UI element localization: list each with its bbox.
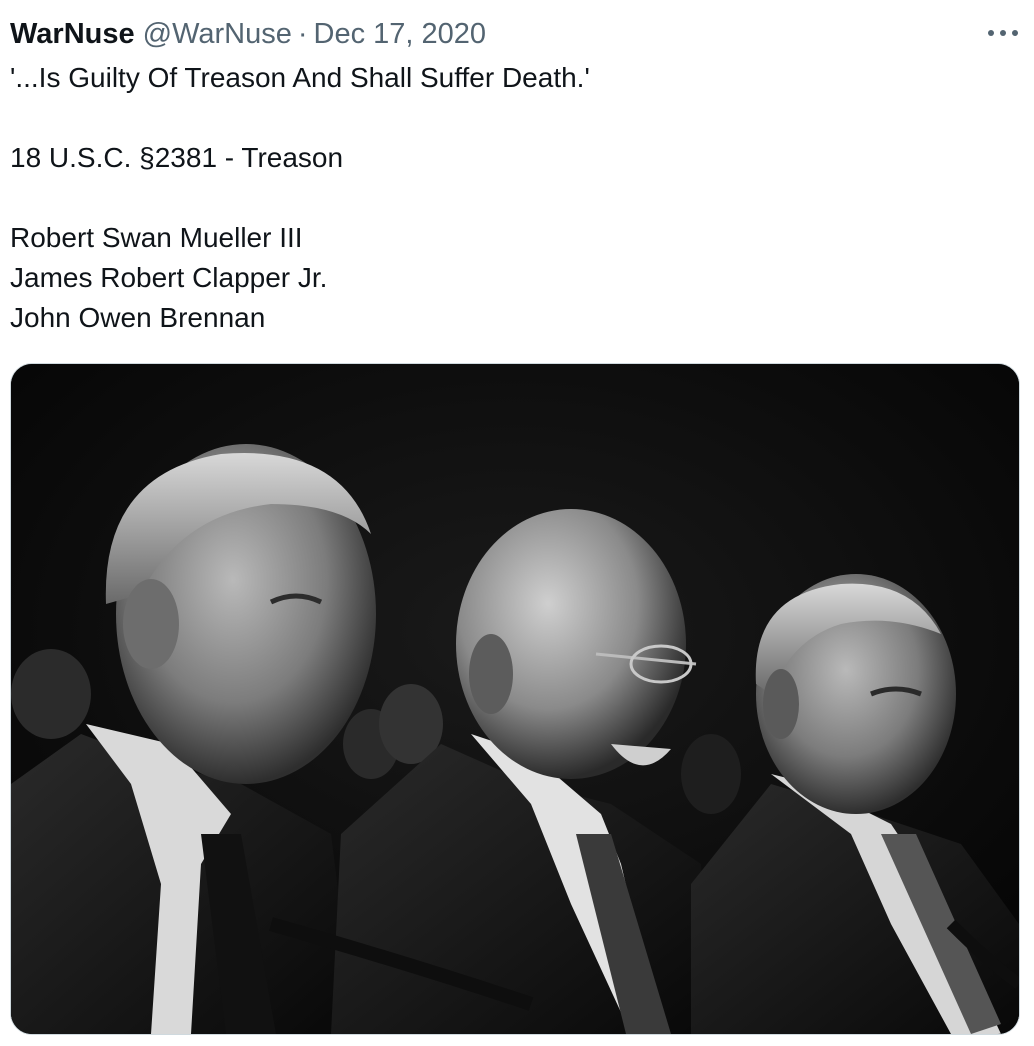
more-dot [988,30,994,36]
tweet-text-line: 18 U.S.C. §2381 - Treason [10,142,344,173]
more-dot [1000,30,1006,36]
photo-illustration [11,364,1019,1034]
tweet-text-line: James Robert Clapper Jr. [10,262,328,293]
tweet-date[interactable]: Dec 17, 2020 [314,18,487,51]
more-dot [1012,30,1018,36]
tweet-text-line: '...Is Guilty Of Treason And Shall Suffe… [10,62,590,93]
tweet-text: '...Is Guilty Of Treason And Shall Suffe… [10,58,1010,338]
header-separator: · [297,17,308,50]
tweet-photo[interactable] [10,363,1020,1035]
user-handle[interactable]: @WarNuse [143,18,292,51]
tweet-text-line: John Owen Brennan [10,302,266,333]
tweet: WarNuse @WarNuse · Dec 17, 2020 '...Is G… [0,0,1034,1046]
tweet-header: WarNuse @WarNuse · Dec 17, 2020 [10,14,486,54]
display-name[interactable]: WarNuse [10,18,135,51]
tweet-text-blank-line [10,178,1010,218]
tweet-text-blank-line [10,98,1010,138]
more-horizontal-icon[interactable] [988,26,1018,40]
tweet-text-line: Robert Swan Mueller III [10,222,303,253]
